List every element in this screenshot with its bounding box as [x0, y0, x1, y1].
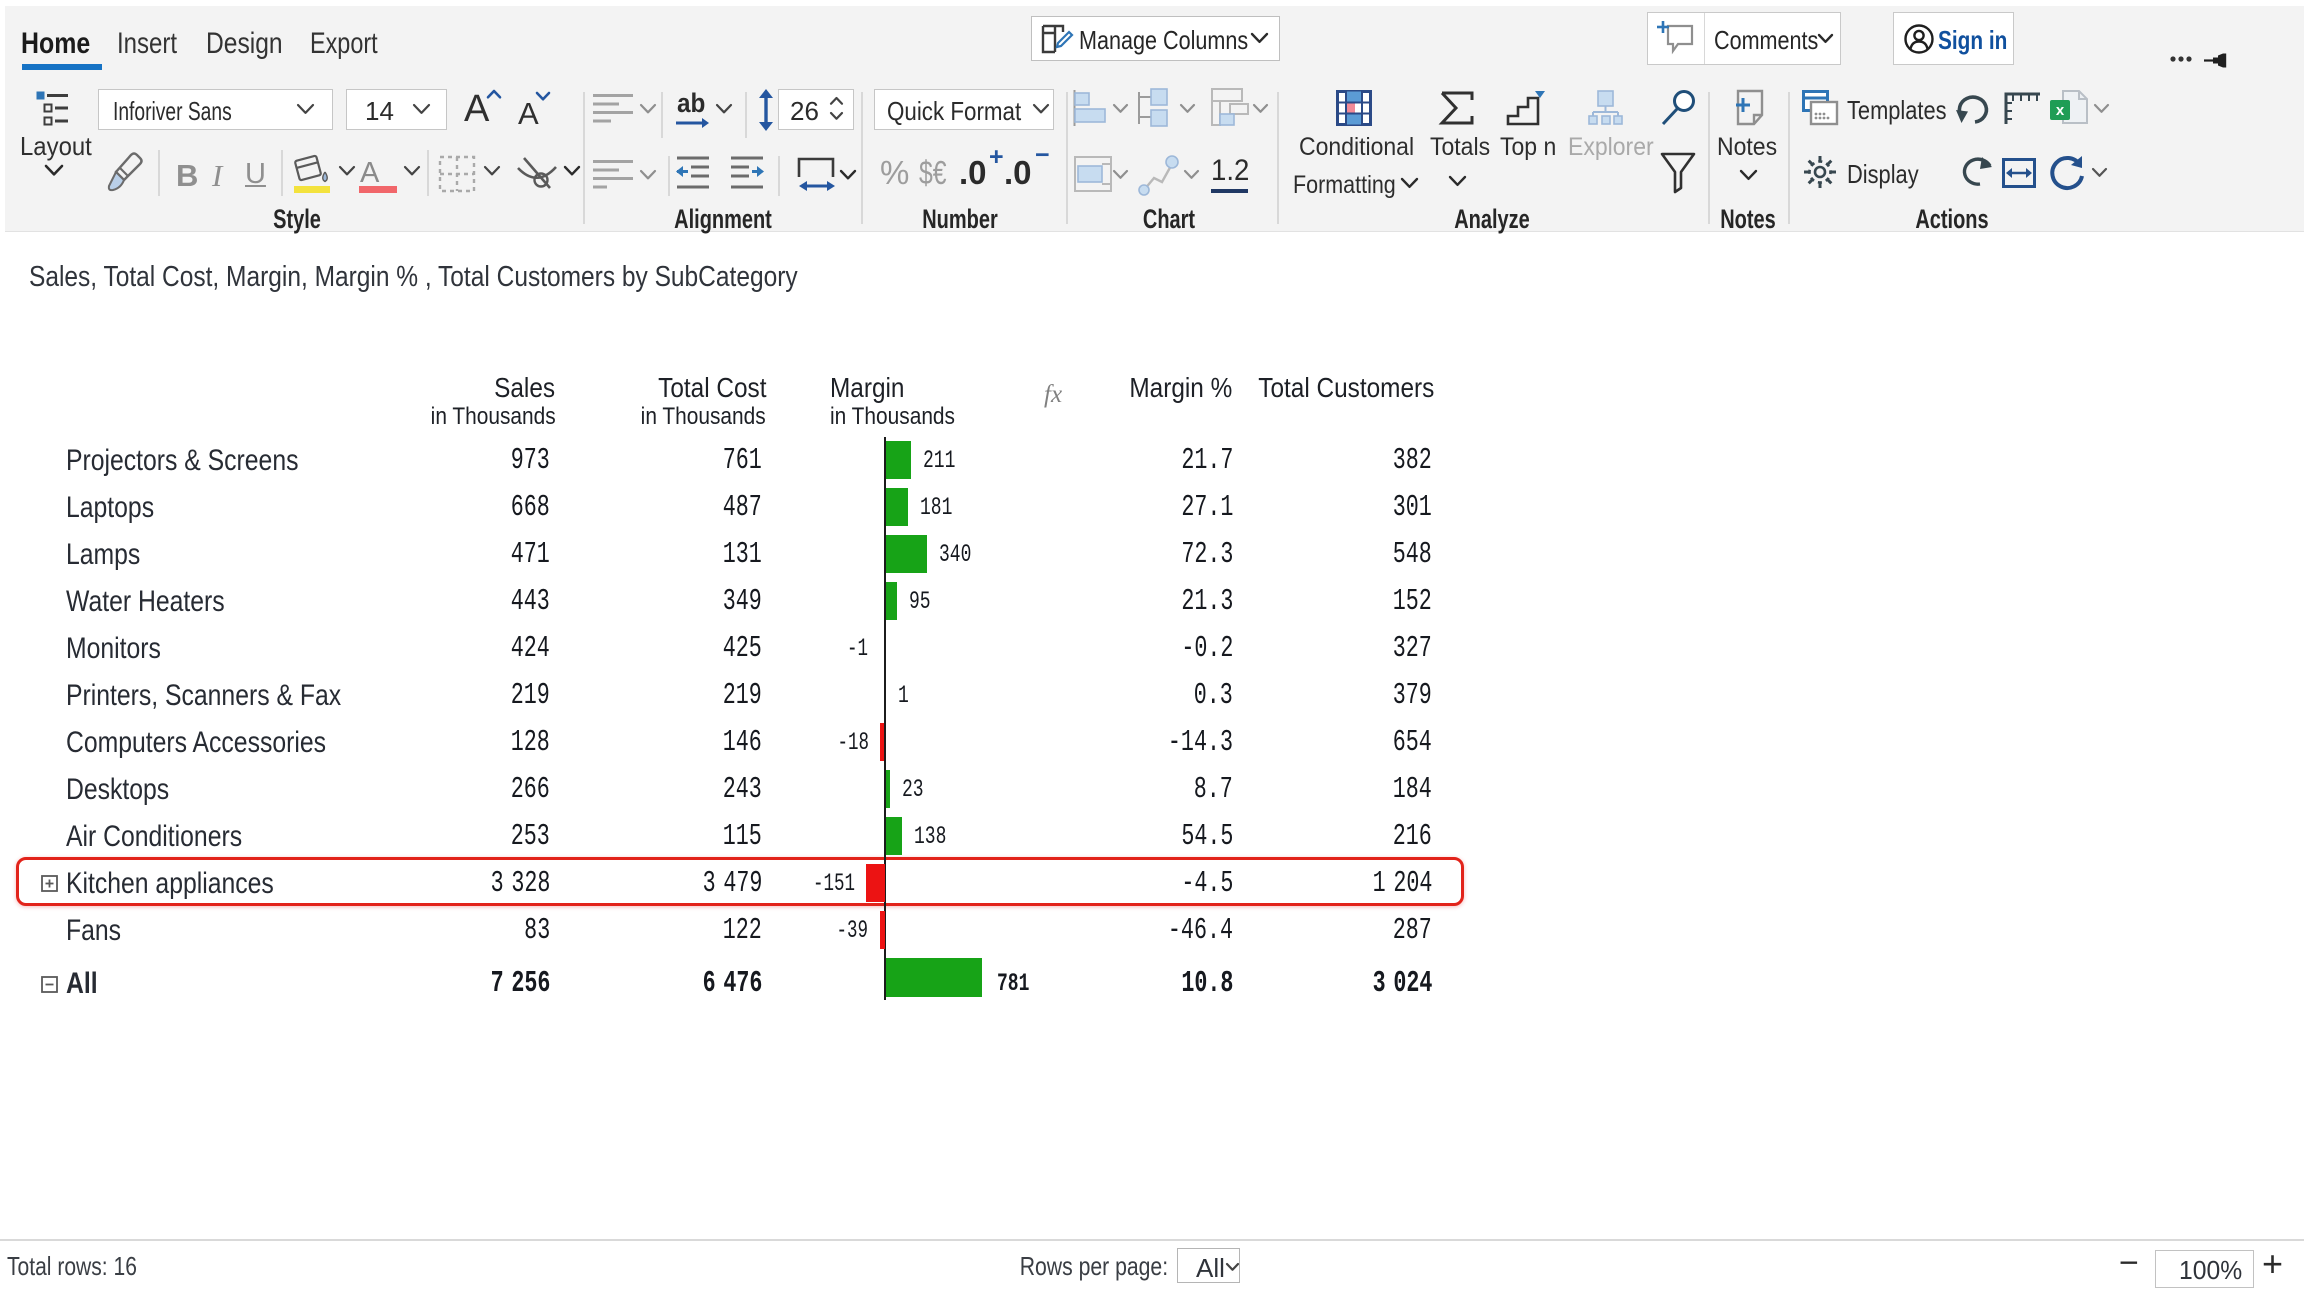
svg-text:x: x: [2056, 102, 2065, 119]
